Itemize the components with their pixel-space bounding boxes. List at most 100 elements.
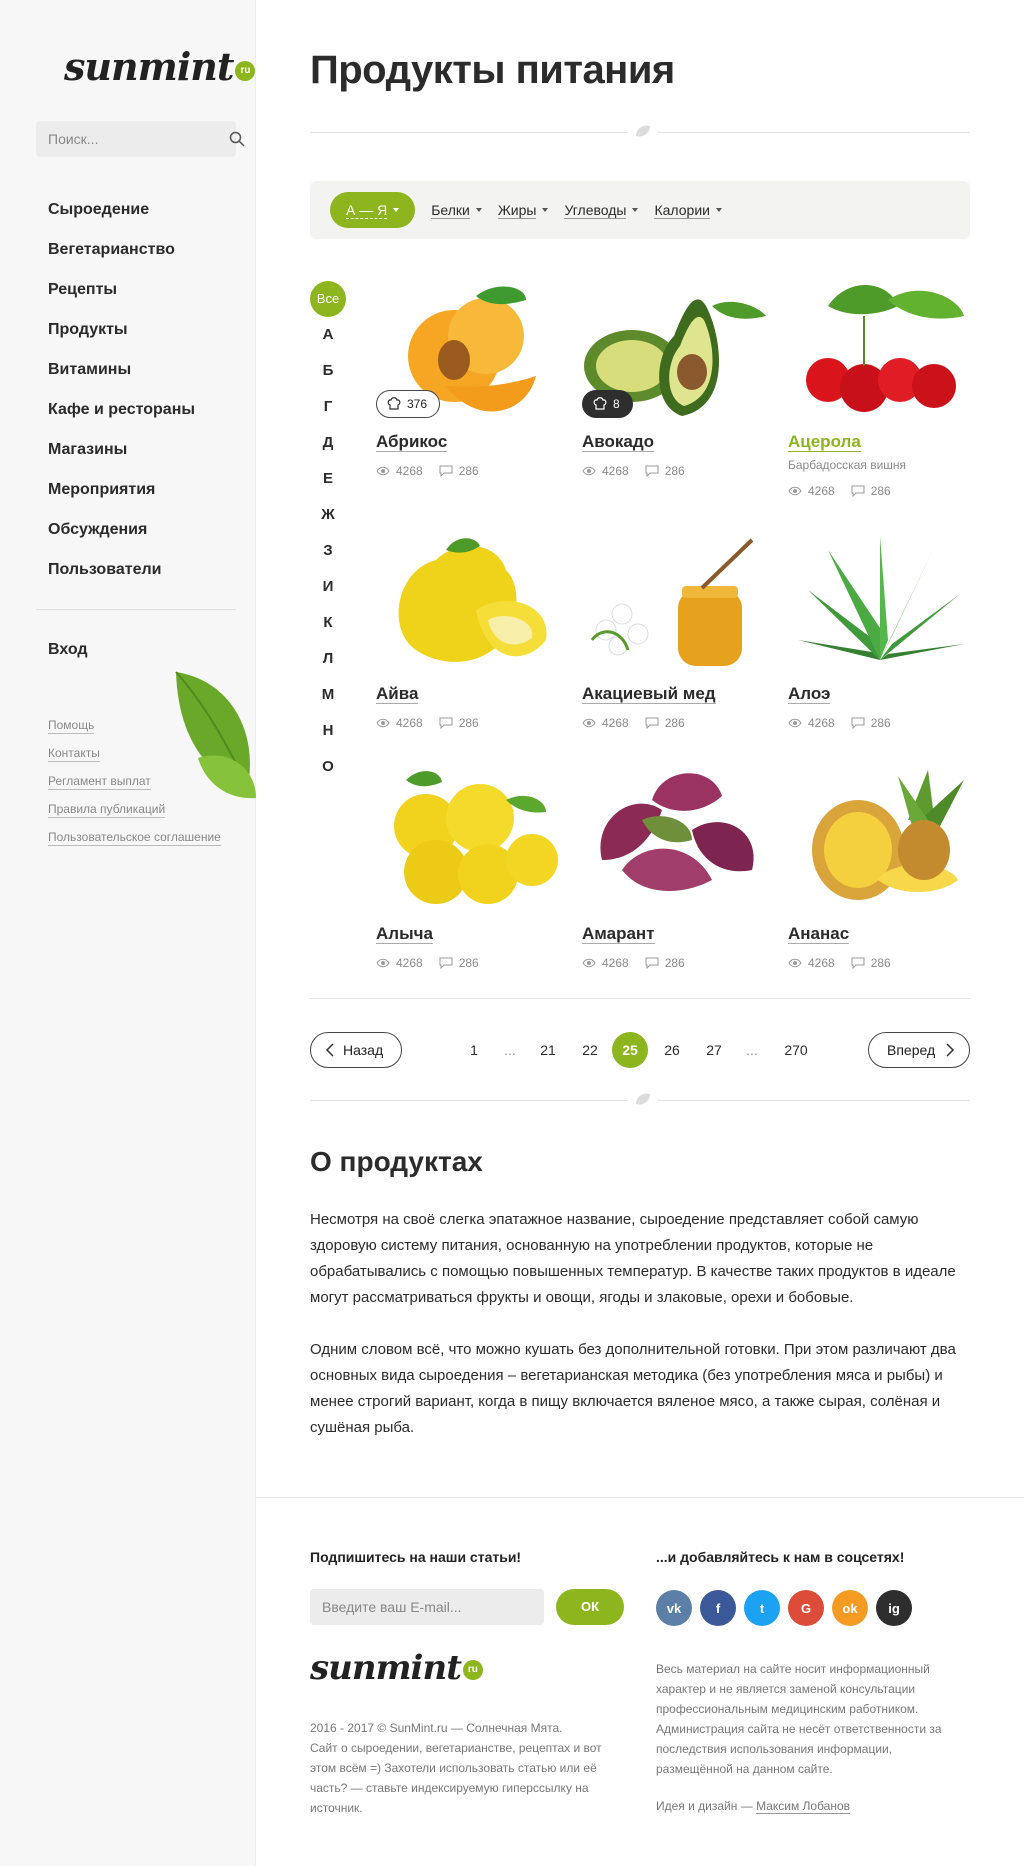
chevron-down-icon: [475, 208, 482, 212]
nav-item-vitamins[interactable]: Витамины: [48, 360, 195, 400]
alpha-letter[interactable]: О: [310, 749, 346, 785]
alpha-letter[interactable]: А: [310, 317, 346, 353]
nav-item-users[interactable]: Пользователи: [48, 560, 195, 600]
nav-item-discussions[interactable]: Обсуждения: [48, 520, 195, 560]
page-number[interactable]: 1: [456, 1032, 492, 1068]
prev-page-button[interactable]: Назад: [310, 1032, 402, 1068]
chevron-right-icon: [946, 1043, 955, 1057]
alpha-letter[interactable]: Г: [310, 389, 346, 425]
nav-item-raw-food[interactable]: Сыроедение: [48, 200, 195, 240]
grid-divider: [310, 998, 970, 999]
nav-item-products[interactable]: Продукты: [48, 320, 195, 360]
leaf-divider: [310, 124, 970, 143]
nav-item-cafes[interactable]: Кафе и рестораны: [48, 400, 195, 440]
search-input[interactable]: [36, 121, 229, 157]
leaf-icon: [628, 1092, 658, 1111]
site-logo[interactable]: sunmint ru: [64, 44, 256, 89]
product-name[interactable]: Алоэ: [788, 684, 831, 704]
leaf-divider: [310, 1092, 970, 1111]
page-ellipsis: ...: [504, 1042, 516, 1058]
page-ellipsis: ...: [746, 1042, 758, 1058]
pineapple-image: [812, 770, 964, 900]
product-name[interactable]: Ацерола: [788, 432, 861, 452]
designer-link[interactable]: Максим Лобанов: [756, 1799, 851, 1814]
comment-icon: [851, 485, 865, 497]
login-link[interactable]: Вход: [48, 641, 88, 659]
filter-carbs[interactable]: Углеводы: [564, 202, 639, 219]
alpha-letter[interactable]: Е: [310, 461, 346, 497]
page-number-current[interactable]: 25: [612, 1032, 648, 1068]
product-name[interactable]: Айва: [376, 684, 419, 704]
alpha-letter[interactable]: З: [310, 533, 346, 569]
product-name[interactable]: Акациевый мед: [582, 684, 716, 704]
odnoklassniki-icon[interactable]: ok: [832, 1590, 868, 1626]
product-subtitle: Барбадосская вишня: [788, 458, 907, 472]
contacts-link[interactable]: Контакты: [48, 746, 221, 774]
product-name[interactable]: Абрикос: [376, 432, 448, 452]
product-name[interactable]: Авокадо: [582, 432, 655, 452]
nav-item-events[interactable]: Мероприятия: [48, 480, 195, 520]
product-stats: 4268 286: [376, 956, 495, 970]
eye-icon: [788, 718, 802, 728]
alpha-letter[interactable]: М: [310, 677, 346, 713]
alphabet-index: Все А Б Г Д Е Ж З И К Л М Н О: [310, 281, 346, 785]
footer-logo[interactable]: sunmint ru: [310, 1648, 483, 1688]
eye-icon: [376, 718, 390, 728]
sidebar-divider: [36, 609, 236, 610]
chef-hat-icon: [387, 397, 401, 410]
alpha-letter[interactable]: И: [310, 569, 346, 605]
facebook-icon[interactable]: f: [700, 1590, 736, 1626]
cherry-plum-image: [394, 771, 558, 904]
chevron-down-icon: [632, 208, 639, 212]
recipes-count-badge[interactable]: 8: [582, 390, 633, 418]
alpha-letter[interactable]: Д: [310, 425, 346, 461]
product-stats: 4268 286: [376, 716, 495, 730]
alpha-letter[interactable]: Н: [310, 713, 346, 749]
filter-calories[interactable]: Калории: [654, 202, 722, 219]
search-icon[interactable]: [229, 121, 245, 157]
comment-icon: [851, 717, 865, 729]
email-field[interactable]: [310, 1589, 544, 1625]
alpha-letter[interactable]: Л: [310, 641, 346, 677]
next-page-button[interactable]: Вперед: [868, 1032, 970, 1068]
eye-icon: [582, 466, 596, 476]
filter-fats[interactable]: Жиры: [497, 202, 549, 219]
chef-hat-icon: [593, 397, 607, 410]
nav-item-recipes[interactable]: Рецепты: [48, 280, 195, 320]
product-name[interactable]: Ананас: [788, 924, 850, 944]
google-icon[interactable]: G: [788, 1590, 824, 1626]
page-number[interactable]: 26: [654, 1032, 690, 1068]
page-number[interactable]: 270: [778, 1032, 814, 1068]
subscribe-button[interactable]: ОК: [556, 1589, 624, 1625]
about-title: О продуктах: [310, 1146, 483, 1177]
page-number[interactable]: 22: [572, 1032, 608, 1068]
payout-rules-link[interactable]: Регламент выплат: [48, 774, 221, 802]
sort-alphabetical-button[interactable]: А — Я: [330, 192, 416, 228]
user-agreement-link[interactable]: Пользовательское соглашение: [48, 830, 221, 858]
alpha-letter[interactable]: К: [310, 605, 346, 641]
instagram-icon[interactable]: ig: [876, 1590, 912, 1626]
help-link[interactable]: Помощь: [48, 718, 221, 746]
twitter-icon[interactable]: t: [744, 1590, 780, 1626]
product-name[interactable]: Алыча: [376, 924, 433, 944]
nav-item-shops[interactable]: Магазины: [48, 440, 195, 480]
vk-icon[interactable]: vk: [656, 1590, 692, 1626]
page-number[interactable]: 27: [696, 1032, 732, 1068]
footer-credit: Идея и дизайн — Максим Лобанов: [656, 1799, 851, 1814]
product-name[interactable]: Амарант: [582, 924, 655, 944]
comment-icon: [645, 465, 659, 477]
filter-proteins[interactable]: Белки: [431, 202, 482, 219]
nav-item-vegetarianism[interactable]: Вегетарианство: [48, 240, 195, 280]
alpha-letter[interactable]: Ж: [310, 497, 346, 533]
alpha-all[interactable]: Все: [310, 281, 346, 317]
page-number[interactable]: 21: [530, 1032, 566, 1068]
alpha-letter[interactable]: Б: [310, 353, 346, 389]
aloe-image: [798, 536, 964, 660]
recipes-count-badge[interactable]: 376: [376, 390, 441, 418]
publishing-rules-link[interactable]: Правила публикаций: [48, 802, 221, 830]
comment-icon: [439, 465, 453, 477]
product-stats: 4268 286: [582, 956, 701, 970]
eye-icon: [788, 958, 802, 968]
footer-divider: [256, 1497, 1024, 1498]
acacia-honey-image: [590, 538, 754, 666]
